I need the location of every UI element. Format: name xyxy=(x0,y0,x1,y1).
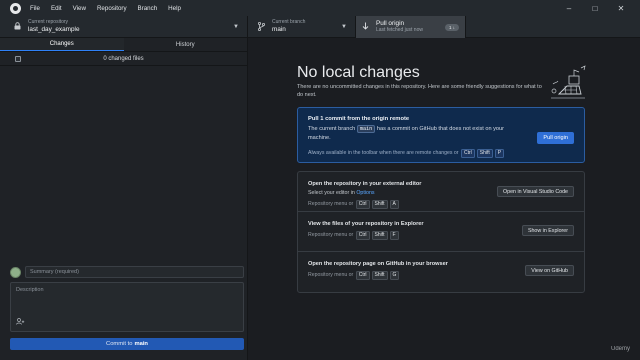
commit-branch: main xyxy=(134,341,148,347)
action-title: View the files of your repository in Exp… xyxy=(308,221,424,227)
suggestions-card: Open the repository in your external edi… xyxy=(297,171,585,293)
action-hint: Repository menu or Ctrl Shift F xyxy=(308,231,400,240)
key-shift: Shift xyxy=(371,231,388,240)
page-title: No local changes xyxy=(297,64,420,81)
key-ctrl: Ctrl xyxy=(355,200,370,209)
action-view-github: Open the repository page on GitHub in yo… xyxy=(298,252,584,292)
key-shift: Shift xyxy=(371,271,388,280)
menu-edit[interactable]: Edit xyxy=(51,5,62,12)
tab-history[interactable]: History xyxy=(124,38,248,51)
changes-header: 0 changed files xyxy=(0,52,247,66)
action-subtitle: Select your editor in Options xyxy=(308,190,375,196)
pull-card-hint: Always available in the toolbar when the… xyxy=(308,149,505,158)
action-hint: Repository menu or Ctrl Shift A xyxy=(308,200,400,209)
key-ctrl: Ctrl xyxy=(355,231,370,240)
key-f: F xyxy=(389,231,399,240)
pull-origin-card-button[interactable]: Pull origin xyxy=(537,132,574,144)
person-add-icon[interactable] xyxy=(16,318,25,327)
sidebar: Changes History 0 changed files Summary … xyxy=(0,38,248,360)
description-field[interactable]: Description xyxy=(10,282,244,332)
pull-card-title: Pull 1 commit from the origin remote xyxy=(308,116,410,122)
action-hint: Repository menu or Ctrl Shift G xyxy=(308,271,400,280)
github-logo-icon xyxy=(10,2,21,14)
pull-count-badge: 1 ↓ xyxy=(444,24,459,31)
summary-input[interactable]: Summary (required) xyxy=(25,266,244,278)
changed-files-count: 0 changed files xyxy=(103,55,144,62)
description-placeholder: Description xyxy=(16,287,44,293)
tab-changes[interactable]: Changes xyxy=(0,38,124,51)
branch-name: main xyxy=(272,26,286,34)
lock-icon xyxy=(14,22,26,32)
show-in-explorer-button[interactable]: Show in Explorer xyxy=(521,225,574,236)
git-branch-icon xyxy=(257,21,270,33)
chevron-down-icon: ▼ xyxy=(233,24,239,30)
empty-state-illustration xyxy=(551,65,586,99)
open-in-vscode-button[interactable]: Open in Visual Studio Code xyxy=(497,186,574,197)
title-bar: File Edit View Repository Branch Help – … xyxy=(0,0,640,16)
close-icon[interactable]: ✕ xyxy=(608,4,634,13)
maximize-icon[interactable]: □ xyxy=(582,4,608,13)
key-p: P xyxy=(494,149,505,158)
repository-name: last_day_example xyxy=(28,26,80,34)
options-link[interactable]: Options xyxy=(356,190,374,196)
action-title: Open the repository in your external edi… xyxy=(308,181,422,187)
udemy-watermark: Udemy xyxy=(610,346,630,352)
action-open-editor: Open the repository in your external edi… xyxy=(298,172,584,212)
pull-card-body: The current branch main has a commit on … xyxy=(308,125,505,141)
pull-origin-button[interactable]: Pull origin Last fetched just now 1 ↓ xyxy=(356,16,466,38)
key-ctrl: Ctrl xyxy=(355,271,370,280)
menu-help[interactable]: Help xyxy=(168,5,181,12)
minimize-icon[interactable]: – xyxy=(556,4,582,13)
key-g: G xyxy=(389,271,400,280)
current-branch-button[interactable]: Current branch main ▼ xyxy=(248,16,356,38)
arrow-down-icon xyxy=(362,22,374,32)
avatar xyxy=(10,266,21,278)
branch-code: main xyxy=(356,125,376,133)
key-shift: Shift xyxy=(476,149,493,158)
key-shift: Shift xyxy=(371,200,388,209)
key-a: A xyxy=(389,200,399,209)
view-on-github-button[interactable]: View on GitHub xyxy=(525,265,574,276)
action-title: Open the repository page on GitHub in yo… xyxy=(308,261,448,267)
commit-button-label: Commit to xyxy=(106,341,133,347)
current-repository-button[interactable]: Current repository last_day_example ▼ xyxy=(0,16,248,38)
menu-repository[interactable]: Repository xyxy=(97,5,127,12)
action-show-explorer: View the files of your repository in Exp… xyxy=(298,212,584,252)
toolbar: Current repository last_day_example ▼ Cu… xyxy=(0,16,640,38)
sidebar-tabs: Changes History xyxy=(0,38,247,52)
page-subtitle: There are no uncommitted changes in this… xyxy=(297,84,542,98)
last-fetched-text: Last fetched just now xyxy=(376,26,423,33)
menu-view[interactable]: View xyxy=(73,5,86,12)
window-controls: – □ ✕ xyxy=(556,0,634,16)
main-content: No local changes There are no uncommitte… xyxy=(249,38,640,360)
pull-suggestion-card: Pull 1 commit from the origin remote The… xyxy=(297,107,585,163)
menu-file[interactable]: File xyxy=(30,5,40,12)
chevron-down-icon: ▼ xyxy=(341,24,347,30)
menu-branch[interactable]: Branch xyxy=(138,5,158,12)
key-ctrl: Ctrl xyxy=(460,149,475,158)
commit-button[interactable]: Commit to main xyxy=(10,338,244,350)
commit-area: Summary (required) Description Commit to… xyxy=(10,266,244,350)
